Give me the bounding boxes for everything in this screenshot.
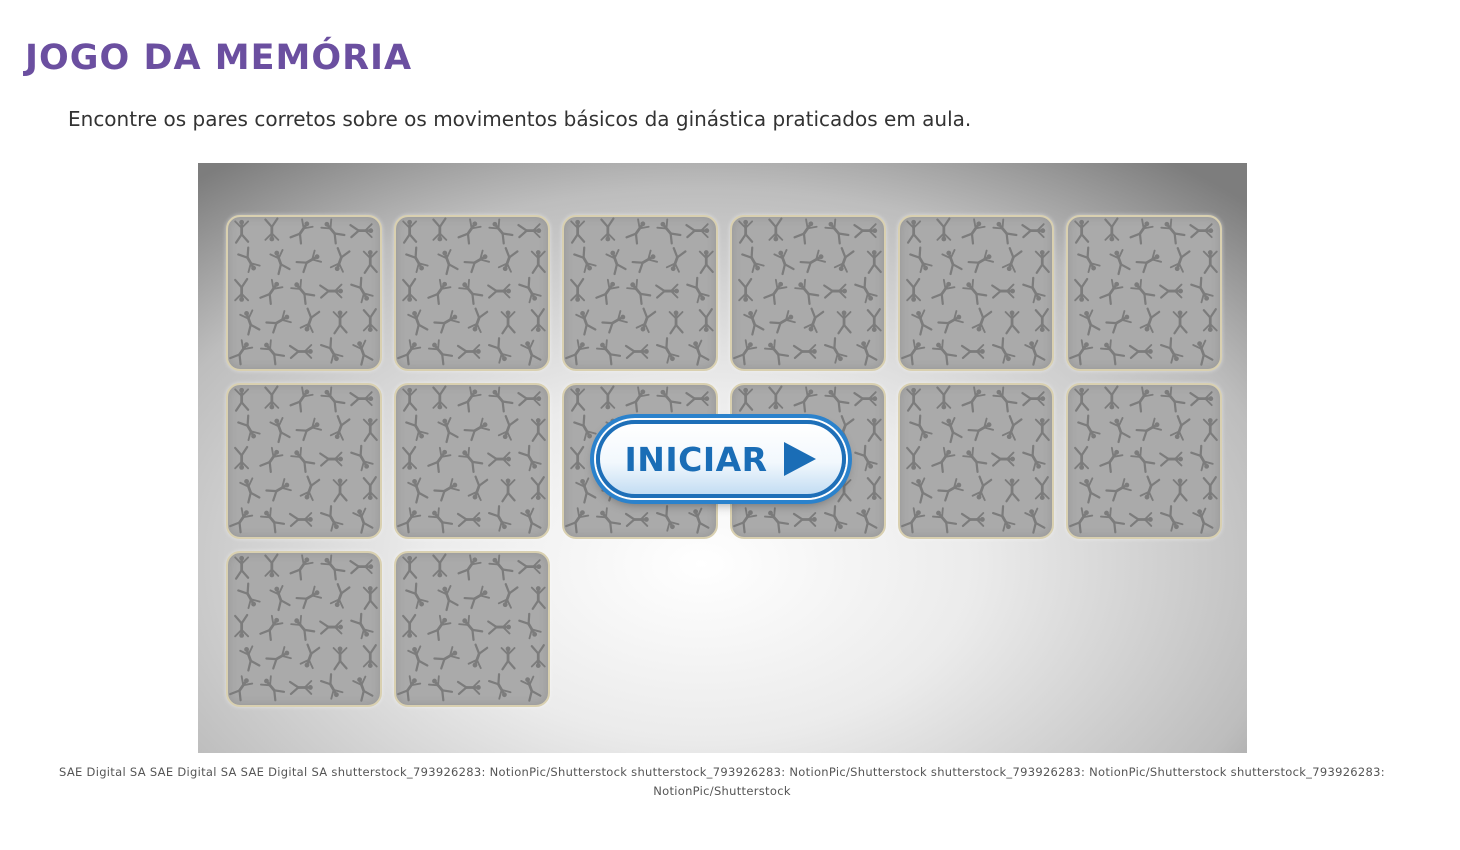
memory-card[interactable]	[394, 551, 550, 707]
play-icon	[782, 441, 818, 477]
gymnastics-silhouette-pattern-icon	[733, 217, 882, 366]
image-credits: SAE Digital SA SAE Digital SA SAE Digita…	[59, 765, 1385, 798]
instructions-text: Encontre os pares corretos sobre os movi…	[68, 107, 972, 131]
gymnastics-silhouette-pattern-icon	[397, 217, 546, 366]
memory-game-board: INICIAR	[198, 163, 1247, 753]
gymnastics-silhouette-pattern-icon	[565, 217, 714, 366]
gymnastics-silhouette-pattern-icon	[1069, 217, 1218, 366]
gymnastics-silhouette-pattern-icon	[229, 553, 378, 702]
memory-card[interactable]	[898, 383, 1054, 539]
memory-card[interactable]	[226, 215, 382, 371]
gymnastics-silhouette-pattern-icon	[229, 385, 378, 534]
gymnastics-silhouette-pattern-icon	[229, 217, 378, 366]
gymnastics-silhouette-pattern-icon	[397, 553, 546, 702]
memory-card[interactable]	[898, 215, 1054, 371]
memory-card[interactable]	[730, 215, 886, 371]
memory-card[interactable]	[1066, 383, 1222, 539]
gymnastics-silhouette-pattern-icon	[901, 217, 1050, 366]
memory-card[interactable]	[226, 383, 382, 539]
page-title: JOGO DA MEMÓRIA	[25, 38, 413, 78]
memory-card[interactable]	[226, 551, 382, 707]
start-button[interactable]: INICIAR	[596, 420, 846, 498]
memory-card[interactable]	[394, 383, 550, 539]
start-button-label: INICIAR	[624, 439, 768, 479]
memory-card[interactable]	[562, 215, 718, 371]
gymnastics-silhouette-pattern-icon	[901, 385, 1050, 534]
memory-card[interactable]	[1066, 215, 1222, 371]
memory-card[interactable]	[394, 215, 550, 371]
gymnastics-silhouette-pattern-icon	[1069, 385, 1218, 534]
gymnastics-silhouette-pattern-icon	[397, 385, 546, 534]
